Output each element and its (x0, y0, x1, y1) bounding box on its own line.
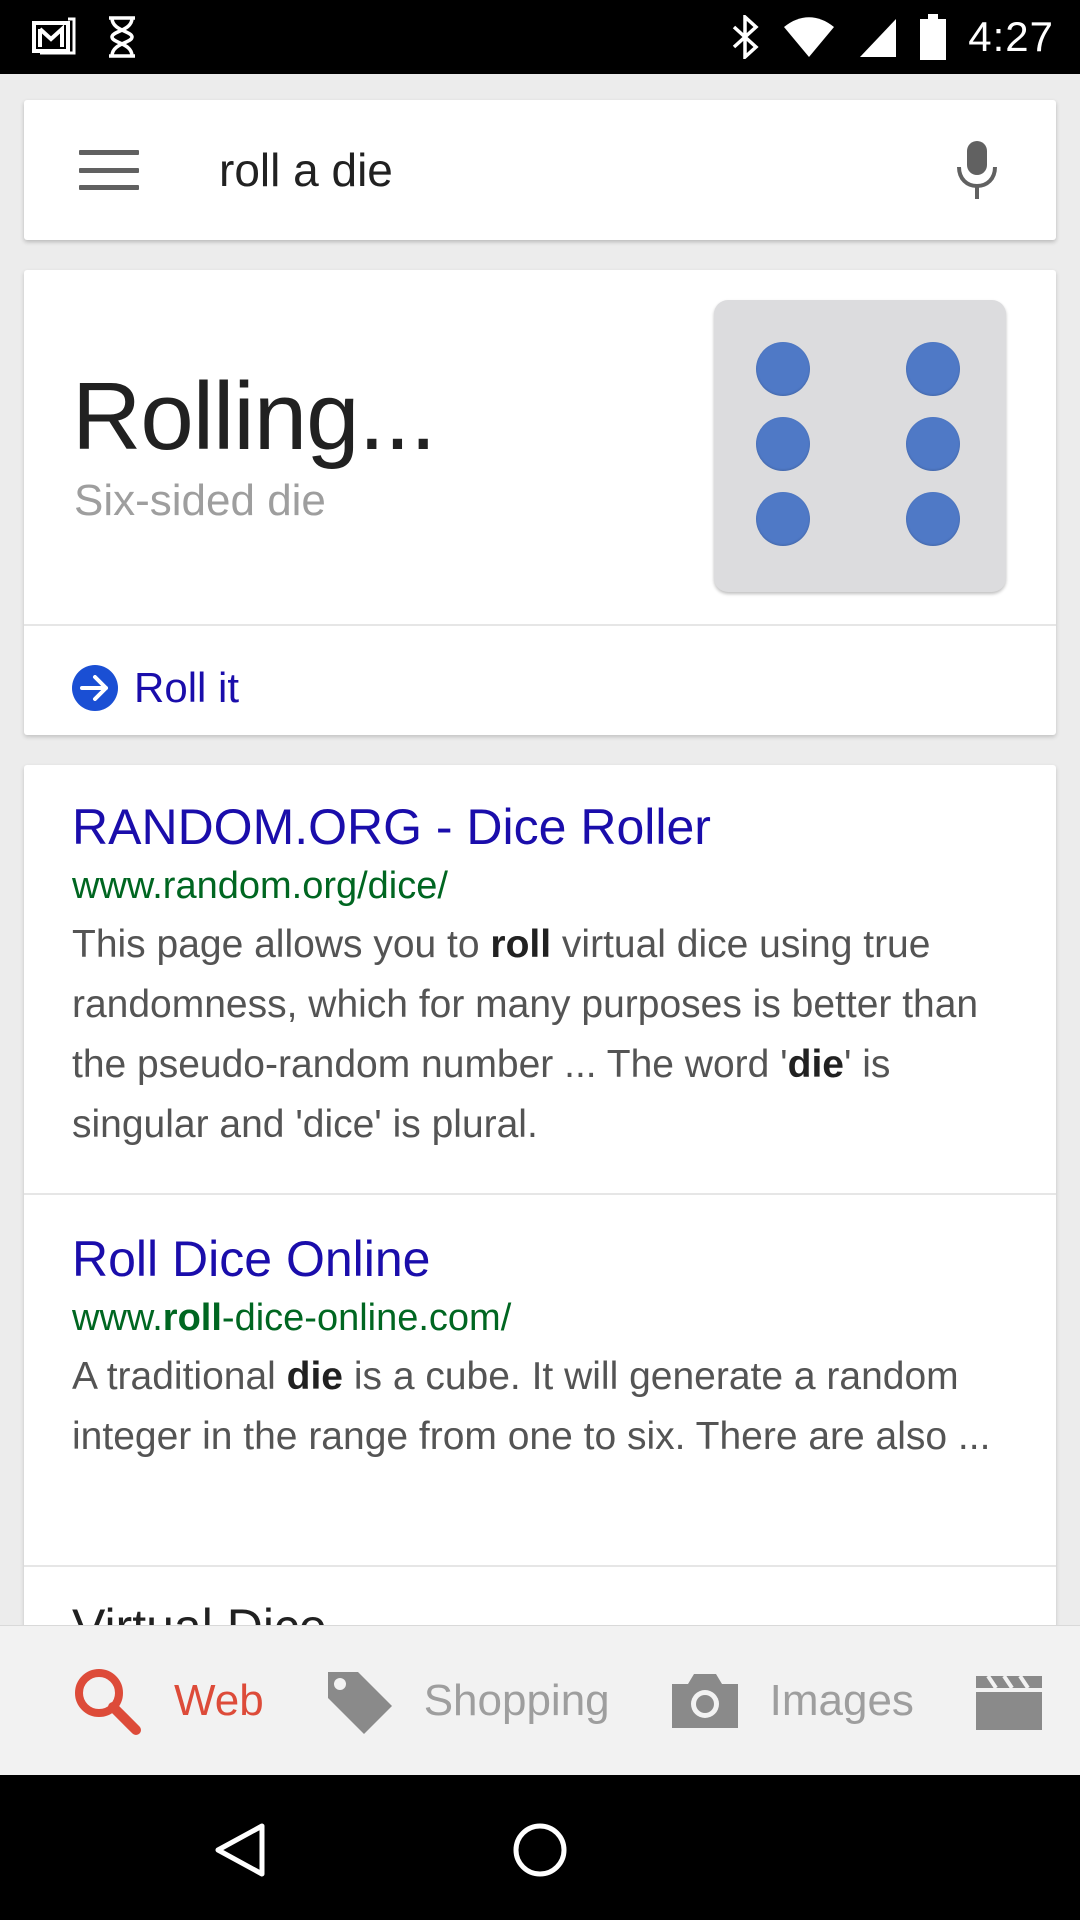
search-results-card: RANDOM.ORG - Dice Roller www.random.org/… (24, 765, 1056, 1665)
roll-it-label: Roll it (134, 664, 240, 711)
menu-icon[interactable] (79, 150, 139, 190)
divider (24, 1565, 1056, 1567)
arrow-right-circle-icon (72, 665, 118, 711)
wifi-icon (782, 17, 836, 57)
result-url: www.roll-dice-online.com/ (72, 1293, 1008, 1343)
die-pip (906, 492, 960, 546)
bluetooth-icon (730, 15, 760, 59)
status-right-icons: 4:27 (730, 13, 1054, 61)
die-pip (906, 417, 960, 471)
camera-icon (670, 1672, 740, 1730)
die-pip (756, 492, 810, 546)
divider (24, 624, 1056, 626)
die-pip (906, 342, 960, 396)
hourglass-icon (106, 15, 138, 59)
search-type-tabs: Web Shopping Images (0, 1625, 1080, 1775)
tab-shopping[interactable]: Shopping (324, 1626, 610, 1775)
video-clapper-icon (974, 1670, 1044, 1732)
tab-web[interactable]: Web (72, 1626, 264, 1775)
result-snippet: This page allows you to roll virtual dic… (72, 915, 1008, 1155)
snippet-bold: die (787, 1043, 844, 1086)
navigation-bar (0, 1775, 1080, 1920)
dice-roller-card: Rolling... Six-sided die Roll it (24, 270, 1056, 735)
die-pip (756, 417, 810, 471)
tab-label: Images (769, 1675, 914, 1725)
dice-type-subtitle: Six-sided die (74, 476, 326, 525)
snippet-bold: die (286, 1355, 343, 1398)
url-bold: roll (162, 1297, 222, 1339)
search-result: RANDOM.ORG - Dice Roller www.random.org/… (24, 795, 1056, 1155)
tab-videos[interactable] (974, 1626, 1044, 1775)
search-input[interactable]: roll a die (219, 143, 952, 197)
url-text: www. (72, 1297, 163, 1339)
result-title-link[interactable]: Roll Dice Online (72, 1227, 1008, 1291)
result-snippet: A traditional die is a cube. It will gen… (72, 1347, 1008, 1467)
cell-signal-icon (858, 17, 898, 57)
result-title-link[interactable]: RANDOM.ORG - Dice Roller (72, 795, 1008, 859)
result-url: www.random.org/dice/ (72, 865, 448, 907)
search-icon (72, 1666, 142, 1736)
die-pip (756, 342, 810, 396)
snippet-bold: roll (490, 923, 552, 966)
home-circle-icon[interactable] (500, 1810, 580, 1890)
snippet-text: This page allows you to (72, 923, 491, 966)
snippet-text: A traditional (72, 1355, 287, 1398)
tab-images[interactable]: Images (670, 1626, 914, 1775)
url-text: -dice-online.com/ (221, 1297, 512, 1339)
roll-it-button[interactable]: Roll it (72, 648, 239, 728)
die-face[interactable] (714, 300, 1006, 592)
status-time: 4:27 (968, 13, 1054, 60)
status-left-icons (32, 15, 138, 59)
search-bar: roll a die (24, 100, 1056, 240)
back-triangle-icon[interactable] (200, 1810, 280, 1890)
tab-label: Shopping (423, 1675, 610, 1725)
dice-status-title: Rolling... (72, 363, 436, 470)
status-bar: 4:27 (0, 0, 1080, 74)
gmail-icon (32, 17, 76, 57)
search-result: Roll Dice Online www.roll-dice-online.co… (24, 1227, 1056, 1467)
tab-label: Web (174, 1675, 264, 1725)
divider (24, 1193, 1056, 1195)
microphone-icon[interactable] (952, 140, 1002, 200)
tag-icon (324, 1668, 394, 1734)
battery-icon (920, 14, 947, 60)
